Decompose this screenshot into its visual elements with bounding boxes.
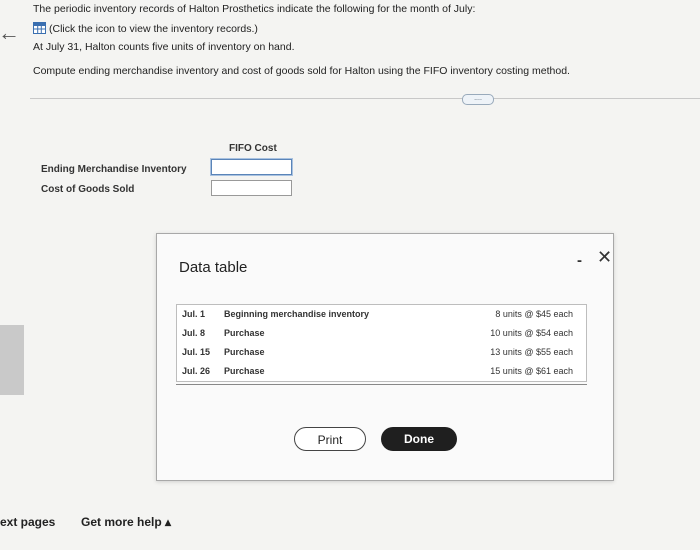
table-row: Jul. 1 Beginning merchandise inventory 8… — [177, 309, 586, 328]
more-button[interactable]: .... — [462, 94, 494, 105]
table-row: Jul. 15 Purchase 13 units @ $55 each — [177, 347, 586, 366]
row-quantity: 15 units @ $61 each — [490, 366, 573, 376]
cogs-label: Cost of Goods Sold — [41, 184, 135, 195]
table-bottom-rule — [176, 384, 587, 385]
table-icon[interactable] — [33, 22, 46, 34]
row-description: Purchase — [224, 328, 265, 338]
row-description: Beginning merchandise inventory — [224, 309, 370, 319]
row-description: Purchase — [224, 366, 265, 376]
done-button[interactable]: Done — [381, 427, 457, 451]
inventory-data-table: Jul. 1 Beginning merchandise inventory 8… — [176, 304, 587, 382]
close-icon[interactable]: ✕ — [597, 247, 612, 268]
row-description: Purchase — [224, 347, 265, 357]
view-records-link[interactable]: (Click the icon to view the inventory re… — [49, 23, 258, 35]
print-button[interactable]: Print — [294, 427, 366, 451]
question-line-2[interactable]: (Click the icon to view the inventory re… — [33, 22, 258, 35]
left-panel-strip — [0, 325, 24, 395]
row-date: Jul. 1 — [182, 309, 206, 319]
row-quantity: 10 units @ $54 each — [490, 328, 573, 338]
next-pages-link[interactable]: ext pages — [0, 515, 55, 529]
row-quantity: 13 units @ $55 each — [490, 347, 573, 357]
cogs-input[interactable] — [211, 180, 292, 196]
minimize-icon[interactable]: - — [577, 252, 582, 269]
get-more-help-link[interactable]: Get more help ▴ — [81, 515, 171, 529]
back-arrow-icon[interactable]: ← — [0, 20, 20, 46]
row-date: Jul. 8 — [182, 328, 206, 338]
question-line-1: The periodic inventory records of Halton… — [33, 3, 476, 15]
table-row: Jul. 8 Purchase 10 units @ $54 each — [177, 328, 586, 347]
table-row: Jul. 26 Purchase 15 units @ $61 each — [177, 366, 586, 385]
section-divider — [30, 98, 700, 99]
question-line-3: At July 31, Halton counts five units of … — [33, 41, 295, 53]
row-date: Jul. 26 — [182, 366, 211, 376]
row-quantity: 8 units @ $45 each — [495, 309, 573, 319]
question-line-4: Compute ending merchandise inventory and… — [33, 65, 570, 77]
fifo-cost-header: FIFO Cost — [229, 143, 277, 154]
ending-inventory-label: Ending Merchandise Inventory — [41, 164, 187, 175]
row-date: Jul. 15 — [182, 347, 211, 357]
data-table-modal: Data table - ✕ Jul. 1 Beginning merchand… — [156, 233, 614, 481]
modal-title: Data table — [179, 259, 248, 276]
ending-inventory-input[interactable] — [211, 159, 292, 175]
